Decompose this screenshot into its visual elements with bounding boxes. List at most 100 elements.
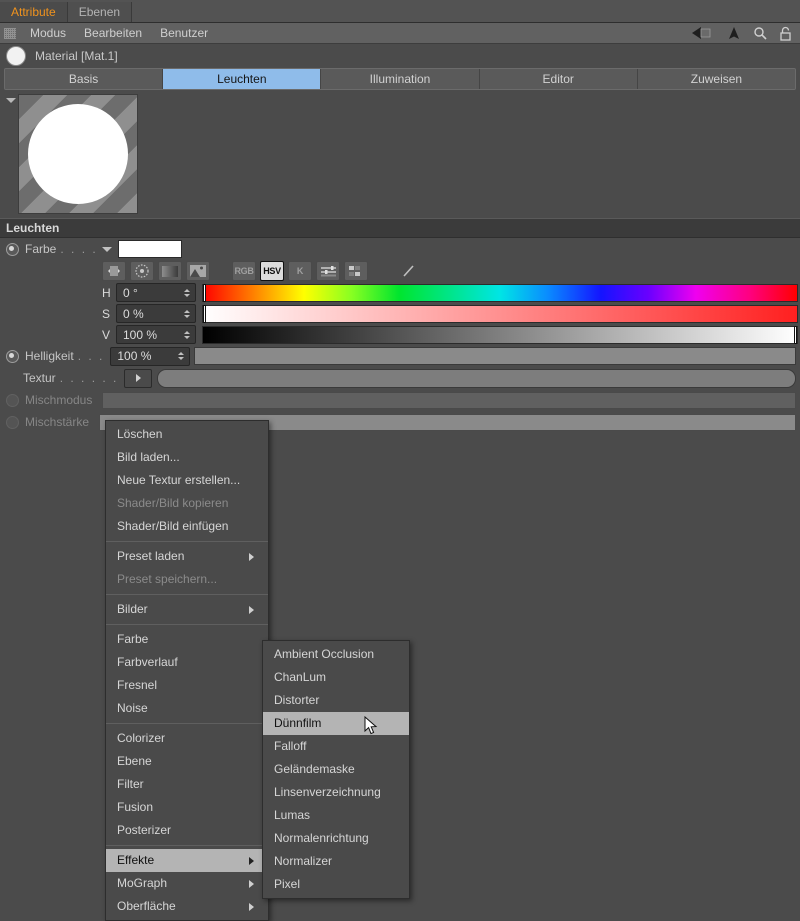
farbe-enable-radio[interactable] (6, 242, 19, 256)
saturation-slider[interactable] (202, 304, 798, 323)
menu-item-label: Normalizer (274, 854, 333, 868)
menu-item-label: Bild laden... (117, 450, 180, 464)
helligkeit-enable-radio[interactable] (6, 349, 19, 363)
menu-item[interactable]: Posterizer (106, 819, 268, 842)
menu-modus[interactable]: Modus (21, 23, 75, 43)
color-image-icon[interactable] (186, 261, 210, 281)
color-swatches-icon[interactable] (344, 261, 368, 281)
menu-item[interactable]: Neue Textur erstellen... (106, 469, 268, 492)
menu-item: Preset speichern... (106, 568, 268, 591)
hsv-mode-button[interactable]: HSV (260, 261, 284, 281)
menu-item[interactable]: Lumas (263, 804, 409, 827)
menu-item[interactable]: Farbe (106, 628, 268, 651)
farbe-color-swatch[interactable] (117, 240, 182, 258)
menu-item[interactable]: Fresnel (106, 674, 268, 697)
value-marker[interactable] (794, 325, 797, 344)
color-sliders-icon[interactable] (316, 261, 340, 281)
tab-leuchten[interactable]: Leuchten (163, 69, 322, 89)
mischstaerke-enable-radio[interactable] (6, 415, 19, 429)
tab-editor[interactable]: Editor (479, 69, 638, 89)
eyedropper-icon[interactable] (398, 262, 420, 280)
menu-item[interactable]: Bilder (106, 598, 268, 621)
grip-icon[interactable] (4, 27, 16, 39)
kelvin-mode-button[interactable]: K (288, 261, 312, 281)
menu-item[interactable]: Effekte (106, 849, 268, 872)
material-header: Material [Mat.1] (0, 44, 800, 68)
menu-item[interactable]: Noise (106, 697, 268, 720)
row-hue: H 0 ° (0, 282, 800, 303)
material-sphere-icon[interactable] (6, 46, 26, 66)
row-mischmodus: Mischmodus (0, 389, 800, 411)
saturation-marker[interactable] (203, 304, 206, 323)
menu-item-label: Distorter (274, 693, 320, 707)
material-preview[interactable] (18, 94, 138, 214)
hue-marker[interactable] (203, 283, 206, 302)
menu-item[interactable]: Normalenrichtung (263, 827, 409, 850)
mischmodus-dropdown[interactable] (102, 391, 796, 409)
menu-item[interactable]: Oberfläche (106, 895, 268, 918)
preview-sphere (28, 104, 128, 204)
texture-menu-arrow-icon[interactable] (124, 368, 153, 388)
back-arrow-icon[interactable] (689, 26, 715, 40)
menu-item-label: Normalenrichtung (274, 831, 369, 845)
preview-disclosure-toggle[interactable] (4, 94, 18, 103)
tab-zuweisen[interactable]: Zuweisen (637, 69, 795, 89)
menu-item[interactable]: Linsenverzeichnung (263, 781, 409, 804)
menu-bearbeiten[interactable]: Bearbeiten (75, 23, 151, 43)
helligkeit-label: Helligkeit (25, 349, 74, 363)
panel-tab-attribute[interactable]: Attribute (0, 2, 68, 22)
menu-item[interactable]: Pixel (263, 873, 409, 896)
panel-tab-strip: Attribute Ebenen (0, 0, 800, 23)
color-gradient-icon[interactable] (158, 261, 182, 281)
menu-item[interactable]: Ambient Occlusion (263, 643, 409, 666)
menu-item[interactable]: Geländemaske (263, 758, 409, 781)
farbe-label: Farbe (25, 242, 57, 256)
menu-item[interactable]: Normalizer (263, 850, 409, 873)
menu-item[interactable]: Colorizer (106, 727, 268, 750)
tab-basis[interactable]: Basis (5, 69, 164, 89)
menu-item[interactable]: Löschen (106, 423, 268, 446)
rgb-mode-button[interactable]: RGB (232, 261, 256, 281)
mischmodus-label: Mischmodus (25, 393, 93, 407)
hue-input[interactable]: 0 ° (116, 283, 196, 302)
saturation-input[interactable]: 0 % (116, 304, 196, 323)
color-range-icon[interactable] (102, 261, 126, 281)
menu-benutzer[interactable]: Benutzer (151, 23, 217, 43)
menu-item[interactable]: Bild laden... (106, 446, 268, 469)
menu-item[interactable]: ChanLum (263, 666, 409, 689)
saturation-stepper[interactable] (181, 309, 195, 318)
search-icon[interactable] (753, 26, 767, 40)
lock-icon[interactable] (779, 26, 792, 41)
menu-item[interactable]: MoGraph (106, 872, 268, 895)
farbe-dropdown-icon[interactable] (101, 246, 112, 252)
helligkeit-slider[interactable] (194, 347, 796, 365)
menu-separator (106, 624, 268, 625)
menu-item[interactable]: Filter (106, 773, 268, 796)
mischmodus-enable-radio[interactable] (6, 393, 19, 407)
helligkeit-dots: . . . (77, 349, 105, 363)
menu-item-label: Filter (117, 777, 144, 791)
panel-tab-ebenen[interactable]: Ebenen (67, 2, 133, 22)
helligkeit-input[interactable]: 100 % (110, 346, 191, 366)
value-slider[interactable] (202, 325, 798, 344)
menu-item[interactable]: Falloff (263, 735, 409, 758)
menu-item[interactable]: Shader/Bild einfügen (106, 515, 268, 538)
menu-item[interactable]: Farbverlauf (106, 651, 268, 674)
menu-item[interactable]: Preset laden (106, 545, 268, 568)
hue-slider[interactable] (202, 283, 798, 302)
menu-item[interactable]: Ebene (106, 750, 268, 773)
menu-item[interactable]: Fusion (106, 796, 268, 819)
menu-item[interactable]: Dünnfilm (263, 712, 409, 735)
tab-illumination[interactable]: Illumination (321, 69, 480, 89)
menu-item-label: Effekte (117, 853, 155, 867)
value-stepper[interactable] (181, 330, 195, 339)
value-input[interactable]: 100 % (116, 325, 196, 344)
value-label: V (102, 327, 111, 342)
up-arrow-icon[interactable] (727, 26, 741, 40)
menu-item[interactable]: Distorter (263, 689, 409, 712)
menu-item-label: Preset speichern... (117, 572, 218, 586)
helligkeit-stepper[interactable] (175, 352, 189, 360)
texture-field[interactable] (157, 368, 796, 388)
color-wheel-icon[interactable] (130, 261, 154, 281)
hue-stepper[interactable] (181, 288, 195, 297)
